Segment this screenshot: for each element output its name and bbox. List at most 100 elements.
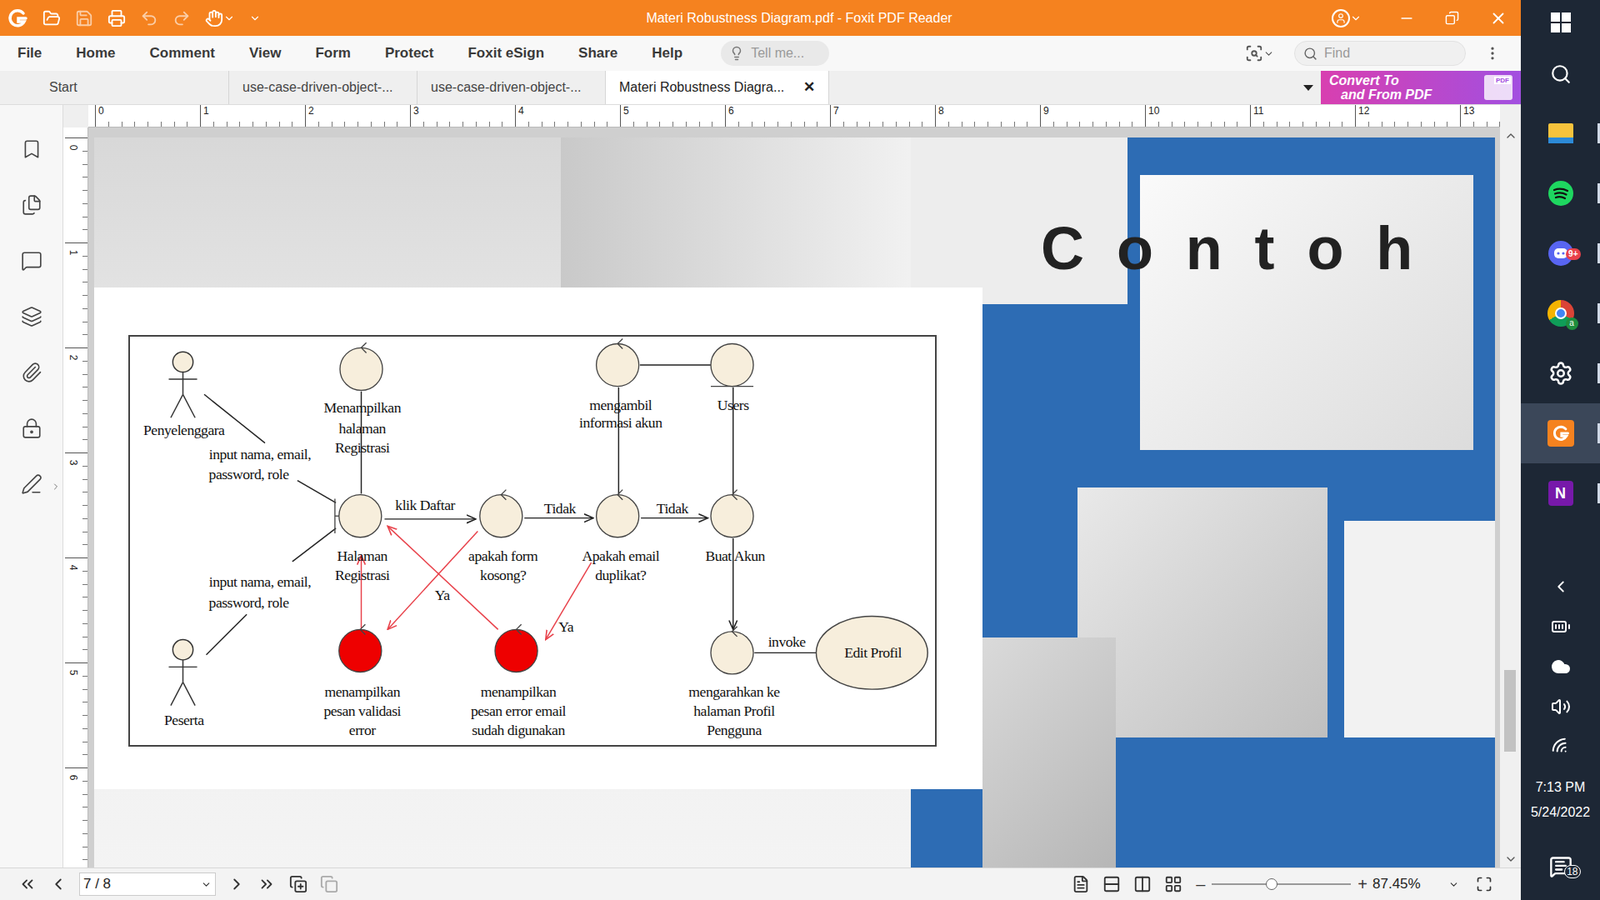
discord-app[interactable]: 9+ [1547,240,1575,267]
document-tab[interactable]: Start [35,70,230,105]
minimize-button[interactable] [1383,0,1430,36]
minimize-icon[interactable] [1398,10,1415,27]
network[interactable] [1520,726,1600,767]
zoom-field[interactable]: 87.45% [1372,873,1460,895]
continuous-facing-icon[interactable] [1164,875,1183,894]
document-tab[interactable]: use-case-driven-object-... [417,70,606,105]
menu-item[interactable]: Share [578,42,618,65]
onenote-icon[interactable]: N [1548,480,1574,506]
layers-icon[interactable] [20,305,43,328]
sidebar-button[interactable] [0,176,63,233]
vertical-scrollbar[interactable] [1500,127,1521,868]
convert-banner[interactable]: Convert Toand From PDFPDF [1320,70,1521,105]
customize-icon[interactable] [249,12,261,25]
windows-logo-icon[interactable] [1550,12,1571,33]
previous-page-icon[interactable] [49,875,68,894]
chevron-up-icon[interactable] [1504,129,1518,143]
search-button[interactable] [1520,45,1600,104]
taskbar-app[interactable] [1520,403,1600,464]
battery[interactable] [1520,606,1600,647]
dropdown-icon[interactable] [223,12,235,25]
security-icon[interactable] [20,417,43,440]
scroll-up-button[interactable] [1504,127,1518,145]
restore-icon[interactable] [1445,10,1460,25]
entity-node[interactable]: Users [710,344,754,414]
cloud-icon[interactable] [1550,656,1571,677]
foxit-reader-icon[interactable] [1547,420,1575,447]
menu-item[interactable]: Foxit eSign [467,42,545,65]
taskbar-app[interactable]: 9+ [1520,223,1600,284]
document-tab[interactable]: use-case-driven-object-... [229,70,418,105]
next-view-icon[interactable] [320,875,339,894]
last-page-icon[interactable] [257,875,276,894]
battery-icon[interactable] [1550,616,1571,637]
action-center[interactable]: 18 [1520,833,1600,900]
fullscreen-icon[interactable] [1475,875,1493,893]
control-node[interactable]: menampilkanpesan error emailsudah diguna… [470,624,567,739]
usecase-node[interactable]: Edit Profil [815,616,928,690]
control-node[interactable]: mengarahkan kehalaman ProfilPengguna [688,626,780,739]
find-field[interactable]: Find [1294,40,1466,66]
zoom-slider[interactable] [1211,877,1351,891]
account-button[interactable] [1331,9,1362,28]
sidebar-button[interactable] [0,288,63,345]
menu-item[interactable]: Protect [385,42,435,65]
taskbar-app[interactable] [1520,163,1600,224]
scroll-thumb[interactable] [1504,670,1516,752]
facing-icon[interactable] [1133,875,1152,894]
dropdown-icon[interactable] [200,879,212,890]
control-node[interactable]: mengambilinformasi akun [579,338,663,431]
chrome-icon[interactable]: a [1547,300,1575,327]
zoom-thumb[interactable] [1265,878,1278,890]
previous-view-icon[interactable] [289,875,308,894]
more-icon[interactable] [1484,45,1501,62]
menu-item[interactable]: Home [75,42,115,65]
redo-icon[interactable] [172,9,191,28]
tab-list-button[interactable] [1302,70,1315,105]
spotify-icon[interactable] [1547,180,1575,207]
scroll-track[interactable] [1500,144,1521,851]
search-mode-button[interactable] [1245,44,1275,63]
boundary-node[interactable]: HalamanRegistrasi [335,495,390,584]
save-icon[interactable] [75,9,94,28]
menu-item[interactable]: Help [651,42,683,65]
control-node[interactable]: apakah formkosong? [468,490,539,584]
control-node[interactable]: menampilkanpesan validasierror [323,624,401,739]
control-node[interactable]: Apakah emailduplikat? [582,490,660,584]
actor-node[interactable]: Peserta [164,640,205,729]
continuous-icon[interactable] [1102,875,1121,894]
close-button[interactable] [1475,0,1521,36]
volume[interactable] [1520,686,1600,727]
taskbar-app[interactable]: N [1520,463,1600,524]
taskbar-app[interactable] [1520,103,1600,164]
print-icon[interactable] [107,9,126,28]
menu-item[interactable]: Form [315,42,351,65]
scroll-down-button[interactable] [1504,850,1518,868]
bookmark-icon[interactable] [20,138,43,160]
hand-icon[interactable] [205,9,224,28]
file-explorer-icon[interactable] [1548,123,1574,144]
volume-icon[interactable] [1550,696,1571,717]
expand-panel-icon[interactable] [50,481,61,492]
next-page-icon[interactable] [227,875,246,894]
actor-node[interactable]: Penyelenggara [143,351,225,439]
tell-me-field[interactable]: Tell me... [720,40,830,66]
dropdown-icon[interactable] [1448,879,1460,890]
dropdown-icon[interactable] [1263,48,1275,60]
restore-button[interactable] [1429,0,1475,36]
page-search-icon[interactable] [1245,44,1264,63]
tab-close-button[interactable]: ✕ [803,76,815,99]
notifications[interactable]: 18 [1549,855,1573,879]
clock[interactable]: 7:13 PM5/24/2022 [1520,766,1600,834]
menu-item[interactable]: Comment [150,42,215,65]
document-tab[interactable]: Materi Robustness Diagra...✕ [605,70,830,105]
sidebar-button[interactable] [0,120,63,177]
taskbar-app[interactable] [1520,343,1600,404]
pages-icon[interactable] [20,194,43,216]
start-button[interactable] [1520,0,1600,45]
taskbar-app[interactable]: a [1520,283,1600,344]
open-icon[interactable] [42,9,61,28]
control-node[interactable]: Buat Akun [705,490,765,565]
control-node[interactable]: MenampilkanhalamanRegistrasi [323,342,401,455]
chevron-left-icon[interactable] [1551,577,1570,596]
